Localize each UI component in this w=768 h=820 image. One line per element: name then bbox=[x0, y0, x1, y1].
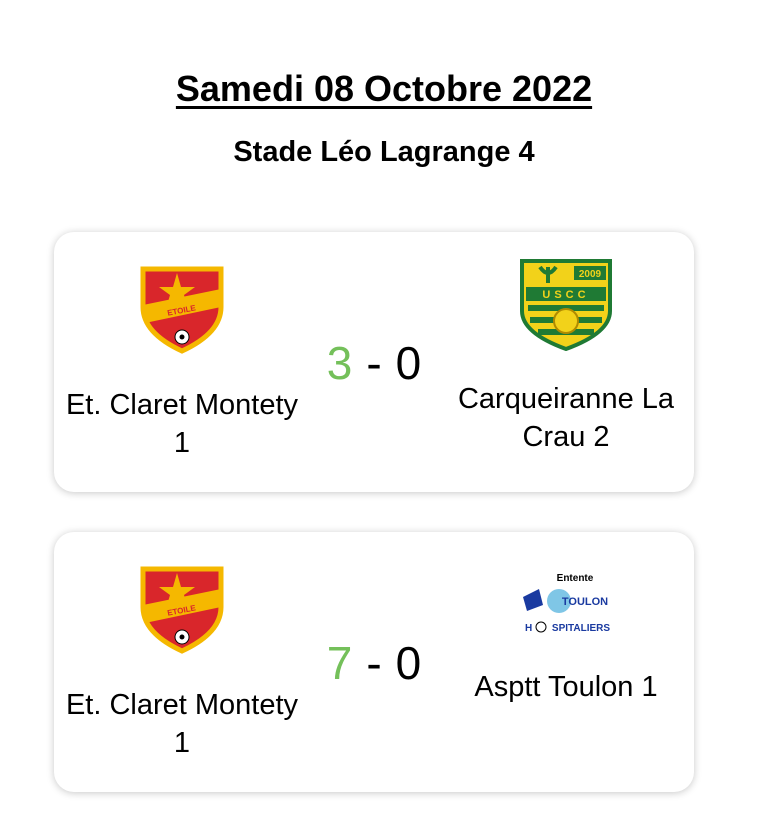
svg-text:TOULON: TOULON bbox=[562, 596, 608, 608]
away-team-name: Asptt Toulon 1 bbox=[474, 671, 658, 703]
page-title: Samedi 08 Octobre 2022 bbox=[175, 68, 593, 109]
away-score: 0 bbox=[395, 637, 422, 689]
home-team: ETOILE Et. Claret Montety 1 bbox=[57, 258, 307, 462]
uscc-crest-icon: 2009 USCC bbox=[516, 254, 616, 354]
match-score: 7-0 bbox=[304, 637, 444, 689]
score-separator: - bbox=[366, 637, 382, 689]
match-score: 3-0 bbox=[304, 337, 444, 389]
home-team-name: Et. Claret Montety 1 bbox=[65, 389, 299, 459]
etoile-claret-montety-crest-icon: ETOILE bbox=[132, 258, 232, 358]
etoile-claret-montety-crest-icon: ETOILE bbox=[132, 558, 232, 658]
away-team: 2009 USCC Carqueiranne La Crau 2 bbox=[441, 254, 691, 456]
svg-text:USCC: USCC bbox=[542, 289, 589, 301]
stadium-name: Stade Léo Lagrange 4 bbox=[233, 136, 535, 168]
svg-text:Entente: Entente bbox=[557, 573, 594, 584]
svg-text:H: H bbox=[525, 623, 532, 634]
svg-text:2009: 2009 bbox=[579, 269, 602, 280]
match-card[interactable]: ETOILE Et. Claret Montety 1 3-0 2009 USC… bbox=[54, 232, 694, 492]
entente-asptt-toulon-logo-icon: Entente TOULON H SPITALIERS bbox=[514, 568, 618, 638]
home-team: ETOILE Et. Claret Montety 1 bbox=[57, 558, 307, 762]
home-score: 3 bbox=[326, 337, 353, 389]
away-score: 0 bbox=[395, 337, 422, 389]
away-team-name: Carqueiranne La Crau 2 bbox=[457, 383, 675, 453]
home-team-name: Et. Claret Montety 1 bbox=[65, 689, 299, 759]
svg-text:SPITALIERS: SPITALIERS bbox=[552, 623, 610, 634]
match-card[interactable]: ETOILE Et. Claret Montety 1 7-0 Entente … bbox=[54, 532, 694, 792]
away-team: Entente TOULON H SPITALIERS Asptt Toulon… bbox=[441, 568, 691, 706]
score-separator: - bbox=[366, 337, 382, 389]
match-results-page: Samedi 08 Octobre 2022 Stade Léo Lagrang… bbox=[0, 0, 768, 820]
home-score: 7 bbox=[326, 637, 353, 689]
